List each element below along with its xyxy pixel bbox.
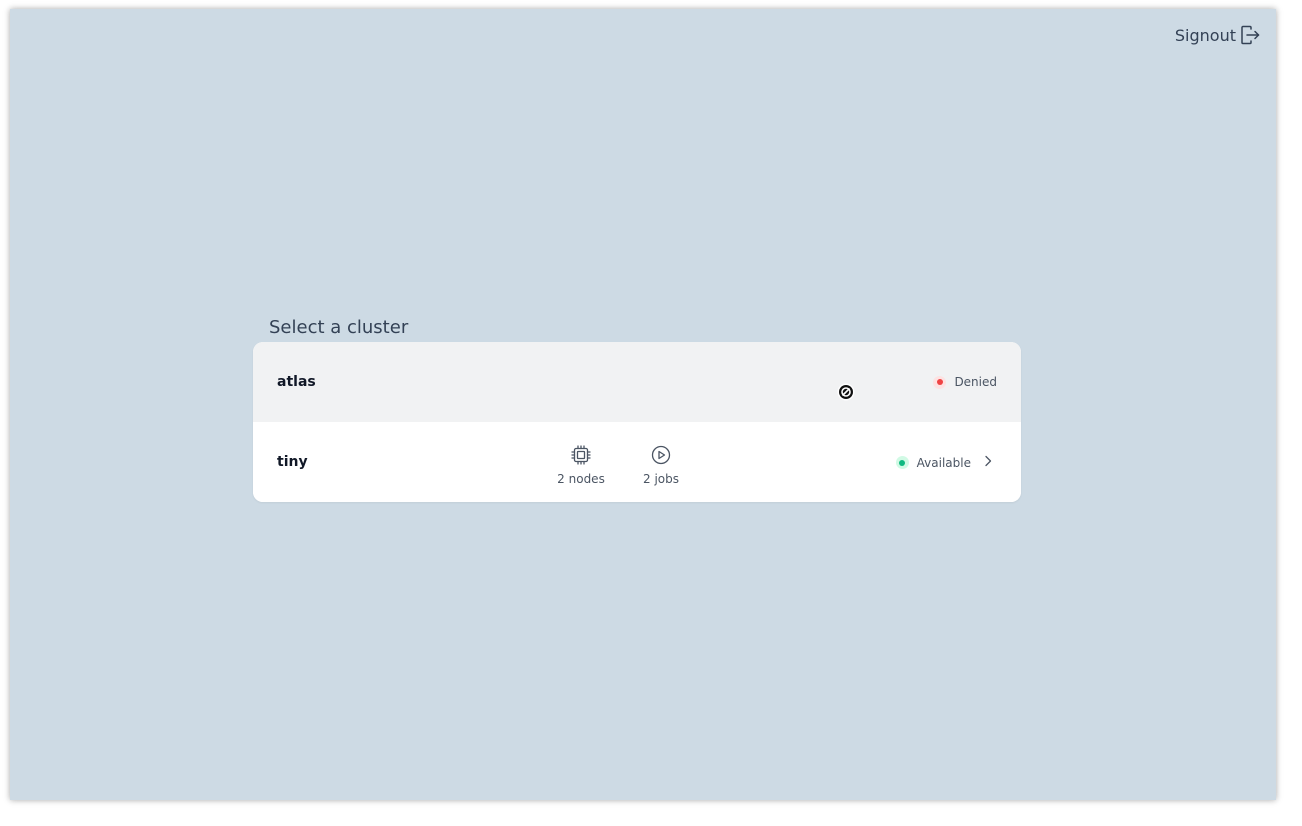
- nodes-stat: 2 nodes: [557, 445, 605, 486]
- app-window: Signout Select a cluster atlas Denied ti…: [10, 9, 1276, 800]
- cluster-name: atlas: [277, 374, 316, 390]
- cluster-row-tiny[interactable]: tiny 2 nodes 2 jobs Available: [253, 422, 1021, 502]
- chevron-right-icon: [983, 455, 993, 470]
- not-allowed-cursor-icon: [836, 382, 856, 402]
- status-dot-available: [895, 456, 909, 469]
- cluster-list: atlas Denied tiny 2 nodes 2 jobs Availab…: [253, 342, 1021, 502]
- nodes-count: 2 nodes: [557, 472, 605, 486]
- play-circle-icon: [651, 445, 671, 468]
- status-badge: Available: [895, 455, 993, 470]
- jobs-stat: 2 jobs: [641, 445, 681, 486]
- signout-button[interactable]: Signout: [1175, 25, 1260, 45]
- jobs-count: 2 jobs: [643, 472, 679, 486]
- page-title: Select a cluster: [269, 317, 409, 338]
- signout-label: Signout: [1174, 25, 1236, 45]
- status-label: Available: [916, 455, 971, 470]
- cluster-name: tiny: [277, 454, 308, 470]
- status-dot-denied: [933, 375, 947, 389]
- signout-icon: [1240, 25, 1260, 45]
- cpu-chip-icon: [571, 445, 591, 468]
- status-label: Denied: [954, 375, 997, 389]
- cluster-row-atlas[interactable]: atlas Denied: [253, 342, 1021, 422]
- status-badge: Denied: [933, 375, 997, 389]
